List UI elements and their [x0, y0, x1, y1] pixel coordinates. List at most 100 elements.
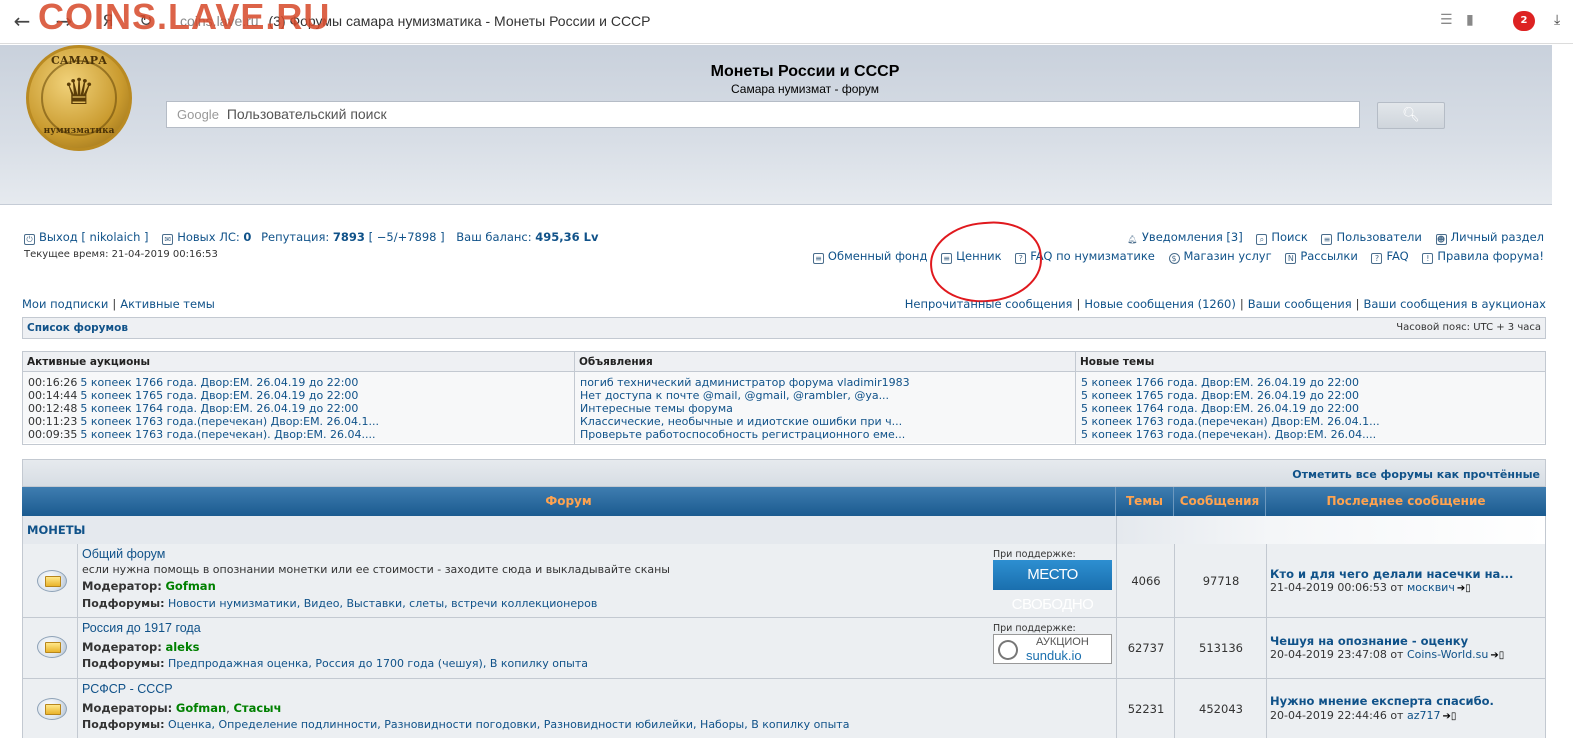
- goto-last-post-icon[interactable]: ➔▯: [1490, 650, 1504, 661]
- posts-count: 97718: [1202, 574, 1240, 588]
- new-topic-link[interactable]: 5 копеек 1766 года. Двор:ЕМ. 26.04.19 до…: [1081, 376, 1359, 389]
- unread-link[interactable]: Непрочитанные сообщения: [905, 297, 1073, 311]
- sponsor-banner[interactable]: АУКЦИОН sunduk.io: [993, 634, 1112, 664]
- google-label: Google: [177, 107, 219, 122]
- personal-link[interactable]: Личный раздел: [1451, 230, 1544, 244]
- last-post-title[interactable]: Чешуя на опознание - оценку: [1270, 634, 1468, 648]
- search-link[interactable]: Поиск: [1271, 230, 1307, 244]
- new-pm-label[interactable]: Новых ЛС:: [177, 230, 240, 244]
- subforum-links[interactable]: Оценка, Определение подлинности, Разнови…: [168, 718, 849, 731]
- users-link[interactable]: Пользователи: [1336, 230, 1421, 244]
- reputation-label[interactable]: Репутация:: [261, 230, 329, 244]
- forum-moderators: Модератор: aleks: [82, 640, 200, 654]
- exchange-icon: ≡: [812, 253, 824, 264]
- forum-title[interactable]: Россия до 1917 года: [82, 621, 201, 635]
- moderator-link[interactable]: aleks: [165, 640, 199, 654]
- notifications-link[interactable]: Уведомления [3]: [1142, 230, 1243, 244]
- new-topics-panel: Новые темы 5 копеек 1766 года. Двор:ЕМ. …: [1076, 352, 1545, 444]
- mailings-link[interactable]: Рассылки: [1300, 249, 1357, 263]
- faq-numis-link[interactable]: FAQ по нумизматике: [1030, 249, 1155, 263]
- mailings-icon: N: [1285, 253, 1297, 264]
- posts-count: 513136: [1199, 641, 1243, 655]
- announcement-link[interactable]: Проверьте работоспособность регистрацион…: [580, 428, 905, 441]
- rules-link[interactable]: Правила форума!: [1437, 249, 1544, 263]
- announcement-link[interactable]: Интересные темы форума: [580, 402, 733, 415]
- reputation-detail[interactable]: [ −5/+7898 ]: [369, 230, 445, 244]
- auction-time: 00:14:44: [28, 389, 78, 402]
- forum-subforums: Подфорумы: Новости нумизматики, Видео, В…: [82, 597, 598, 610]
- faq-icon: ?: [1371, 253, 1383, 264]
- new-posts-link[interactable]: Новые сообщения (1260): [1084, 297, 1235, 311]
- auction-link[interactable]: 5 копеек 1764 года. Двор:ЕМ. 26.04.19 до…: [80, 402, 358, 415]
- new-topic-link[interactable]: 5 копеек 1764 года. Двор:ЕМ. 26.04.19 до…: [1081, 402, 1359, 415]
- balance-label: Ваш баланс:: [456, 230, 532, 244]
- search-button[interactable]: 🔍︎: [1377, 102, 1445, 129]
- auction-time: 00:12:48: [28, 402, 78, 415]
- auction-link[interactable]: 5 копеек 1763 года.(перечекан). Двор:ЕМ.…: [80, 428, 375, 441]
- auction-time: 00:16:26: [28, 376, 78, 389]
- new-topic-link[interactable]: 5 копеек 1763 года.(перечекан) Двор:ЕМ. …: [1081, 415, 1380, 428]
- site-logo[interactable]: САМАРА ♛ нумизматика: [26, 45, 132, 151]
- col-topics: Темы: [1116, 487, 1174, 516]
- pm-icon: ✉: [162, 234, 174, 245]
- forum-subforums: Подфорумы: Оценка, Определение подлиннос…: [82, 718, 850, 731]
- auction-item: 00:12:48 5 копеек 1764 года. Двор:ЕМ. 26.…: [28, 402, 574, 415]
- subforum-links[interactable]: Новости нумизматики, Видео, Выставки, сл…: [168, 597, 597, 610]
- nav-links-top: 🔔︎ Уведомления [3] ⌕ Поиск ≡ Пользователи ☻…: [1127, 230, 1544, 246]
- category-title[interactable]: МОНЕТЫ: [27, 523, 85, 537]
- moderator-link[interactable]: Gofman: [165, 579, 215, 593]
- users-icon: ≡: [1321, 234, 1333, 245]
- new-topic-link[interactable]: 5 копеек 1763 года.(перечекан). Двор:ЕМ.…: [1081, 428, 1376, 441]
- last-post-user[interactable]: Coins-World.su: [1407, 648, 1488, 661]
- auction-item: 00:16:26 5 копеек 1766 года. Двор:ЕМ. 26.…: [28, 376, 574, 389]
- faq-link[interactable]: FAQ: [1386, 249, 1408, 263]
- subforum-links[interactable]: Предпродажная оценка, Россия до 1700 год…: [168, 657, 588, 670]
- back-icon[interactable]: ←: [10, 9, 34, 33]
- rules-icon: !: [1422, 253, 1434, 264]
- forum-title[interactable]: РСФСР - СССР: [82, 682, 173, 696]
- auction-link[interactable]: 5 копеек 1763 года.(перечекан) Двор:ЕМ. …: [80, 415, 379, 428]
- announcement-item: Проверьте работоспособность регистрацион…: [580, 428, 1075, 441]
- exchange-link[interactable]: Обменный фонд: [828, 249, 927, 263]
- site-subtitle: Самара нумизмат - форум: [730, 82, 880, 96]
- goto-last-post-icon[interactable]: ➔▯: [1457, 583, 1471, 594]
- shop-link[interactable]: Магазин услуг: [1184, 249, 1272, 263]
- moderator-link[interactable]: Gofman: [176, 701, 226, 715]
- subscriptions-link[interactable]: Мои подписки: [22, 297, 108, 311]
- nav-links-bottom: ≡ Обменный фонд ≡ Ценник ? FAQ по нумизмати…: [812, 249, 1544, 264]
- moderator-link[interactable]: Стасыч: [233, 701, 281, 715]
- last-post-user[interactable]: москвич: [1407, 581, 1455, 594]
- sponsor-banner[interactable]: МЕСТО СВОБОДНО: [993, 560, 1112, 613]
- search-small-icon: ⌕: [1256, 234, 1268, 245]
- last-post-title[interactable]: Нужно мнение експерта спасибо.: [1270, 694, 1494, 708]
- site-header: САМАРА ♛ нумизматика Монеты России и ССС…: [0, 45, 1552, 205]
- announcement-item: Нет доступа к почте @mail, @gmail, @ramb…: [580, 389, 1075, 402]
- active-topics-link[interactable]: Активные темы: [120, 297, 215, 311]
- your-auction-posts-link[interactable]: Ваши сообщения в аукционах: [1364, 297, 1547, 311]
- announcement-link[interactable]: Классические, необычные и идиотские ошиб…: [580, 415, 902, 428]
- forum-title[interactable]: Общий форум: [82, 547, 165, 561]
- bookmark-icon[interactable]: ▮: [1466, 12, 1474, 28]
- mark-all-read-link[interactable]: Отметить все форумы как прочтённые: [1292, 468, 1540, 481]
- search-input[interactable]: Google Пользовательский поиск: [166, 101, 1360, 128]
- breadcrumb-bar: Список форумов Часовой пояс: UTC + 3 час…: [22, 317, 1546, 339]
- auction-link[interactable]: 5 копеек 1765 года. Двор:ЕМ. 26.04.19 до…: [80, 389, 358, 402]
- auction-link[interactable]: 5 копеек 1766 года. Двор:ЕМ. 26.04.19 до…: [80, 376, 358, 389]
- posts-count: 452043: [1199, 702, 1243, 716]
- auction-time: 00:09:35: [28, 428, 78, 441]
- your-posts-link[interactable]: Ваши сообщения: [1248, 297, 1352, 311]
- breadcrumb-forum-list[interactable]: Список форумов: [27, 322, 128, 334]
- announcement-link[interactable]: погиб технический администратор форума v…: [580, 376, 910, 389]
- last-post-title[interactable]: Кто и для чего делали насечки на...: [1270, 567, 1513, 581]
- adblock-extension-icon[interactable]: 2: [1513, 11, 1535, 31]
- auction-item: 00:11:23 5 копеек 1763 года.(перечекан) Д…: [28, 415, 574, 428]
- auctions-panel: Активные аукционы 00:16:26 5 копеек 1766 …: [23, 352, 575, 444]
- new-topic-link[interactable]: 5 копеек 1765 года. Двор:ЕМ. 26.04.19 до…: [1081, 389, 1359, 402]
- last-post-user[interactable]: az717: [1407, 709, 1441, 722]
- download-icon[interactable]: ⤓: [1554, 12, 1560, 28]
- goto-last-post-icon[interactable]: ➔▯: [1442, 711, 1456, 722]
- announcement-link[interactable]: Нет доступа к почте @mail, @gmail, @ramb…: [580, 389, 889, 402]
- logout-link[interactable]: Выход [ nikolaich ]: [39, 230, 149, 244]
- forum-row: РСФСР - СССР Модераторы: Gofman, Стасыч …: [22, 679, 1546, 738]
- reader-mode-icon[interactable]: ☰: [1440, 12, 1453, 28]
